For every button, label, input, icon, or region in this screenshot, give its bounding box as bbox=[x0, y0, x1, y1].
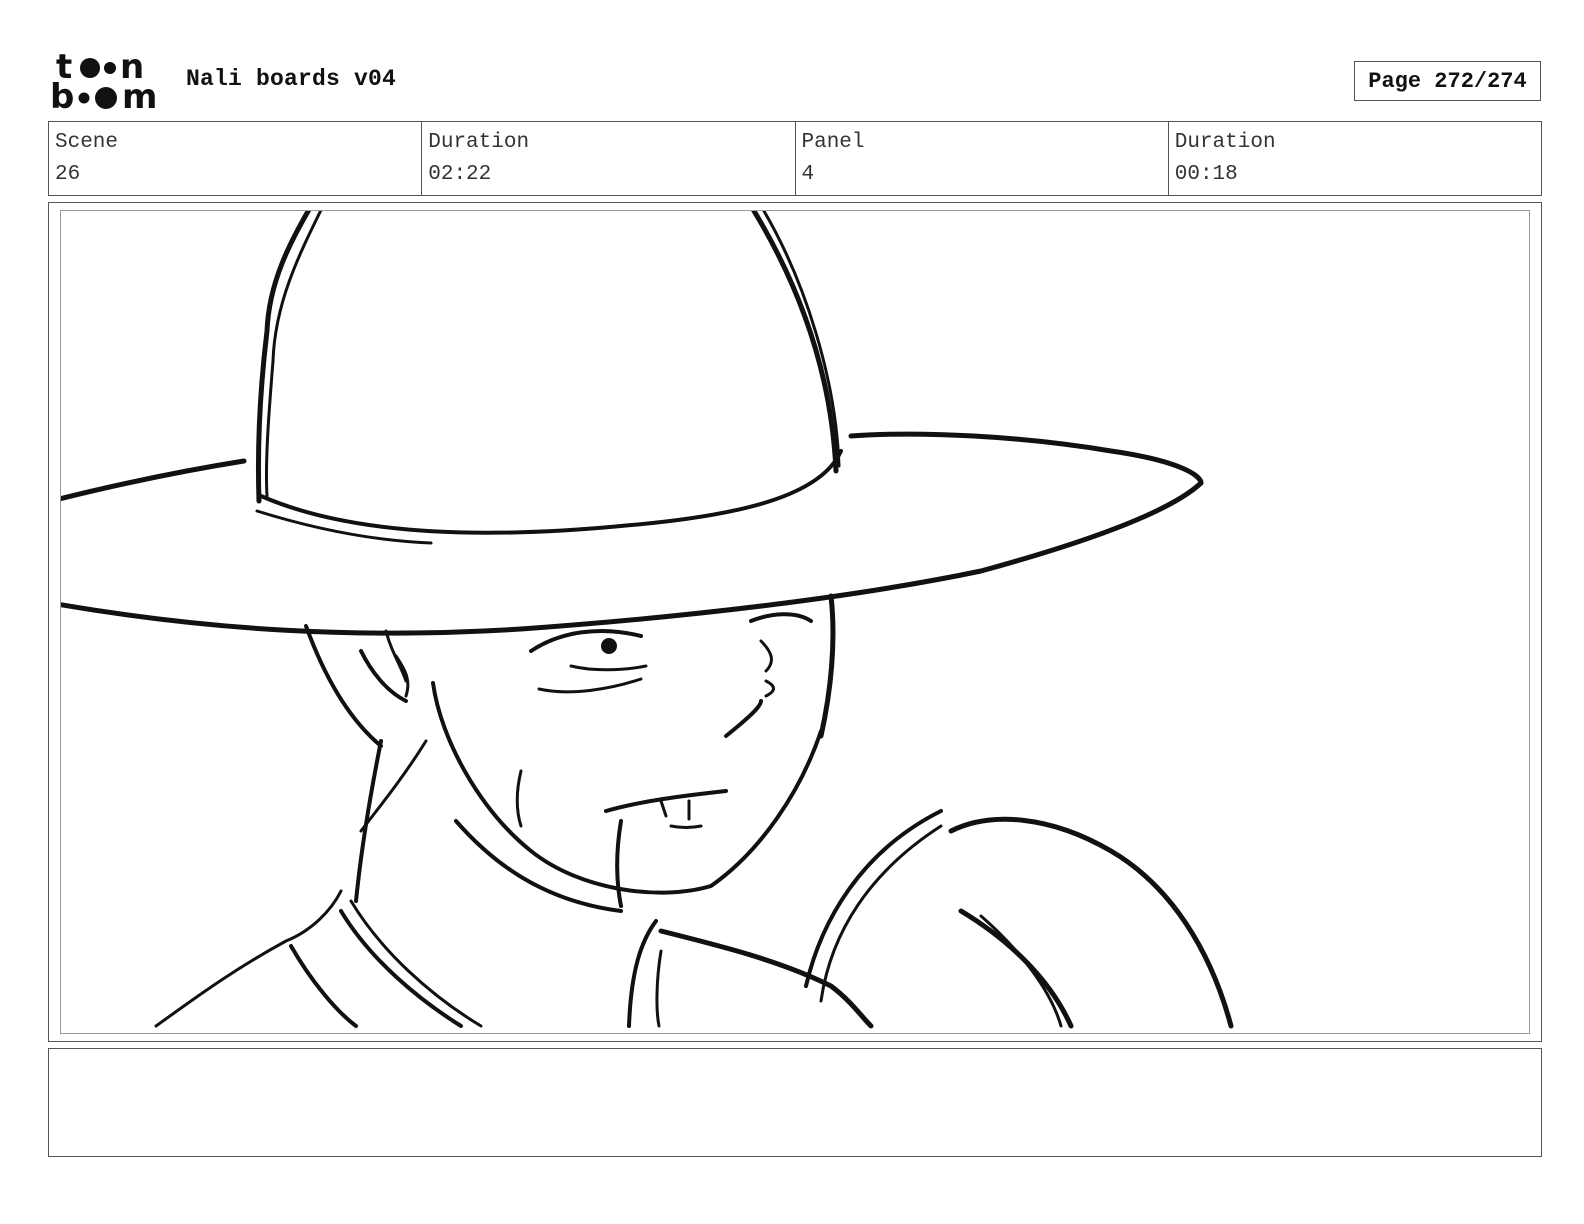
svg-text:m: m bbox=[122, 77, 157, 112]
panel-duration-value: 00:18 bbox=[1174, 163, 1238, 186]
panel-label: Panel bbox=[801, 131, 865, 154]
scene-value: 26 bbox=[55, 163, 81, 186]
scene-label: Scene bbox=[55, 131, 119, 154]
panel-value: 4 bbox=[801, 163, 815, 186]
scene-duration-value: 02:22 bbox=[428, 163, 492, 186]
panel-duration-label: Duration bbox=[1174, 131, 1276, 154]
panel-duration-cell: Duration 00:18 bbox=[1169, 122, 1541, 195]
sketch-drawing bbox=[61, 211, 1234, 1029]
panel-notes bbox=[48, 1048, 1542, 1157]
svg-text:b: b bbox=[50, 77, 74, 112]
scene-cell: Scene 26 bbox=[49, 122, 423, 195]
panel-image bbox=[60, 210, 1530, 1034]
toon-boom-logo: t n b m bbox=[50, 47, 164, 117]
scene-duration-cell: Duration 02:22 bbox=[422, 122, 796, 195]
panel-cell: Panel 4 bbox=[796, 122, 1169, 195]
panel-info-table: Scene 26 Duration 02:22 Panel 4 Duration… bbox=[48, 121, 1542, 196]
page-number: Page 272/274 bbox=[1354, 61, 1541, 101]
scene-duration-label: Duration bbox=[428, 131, 530, 154]
document-title: Nali boards v04 bbox=[186, 66, 397, 92]
